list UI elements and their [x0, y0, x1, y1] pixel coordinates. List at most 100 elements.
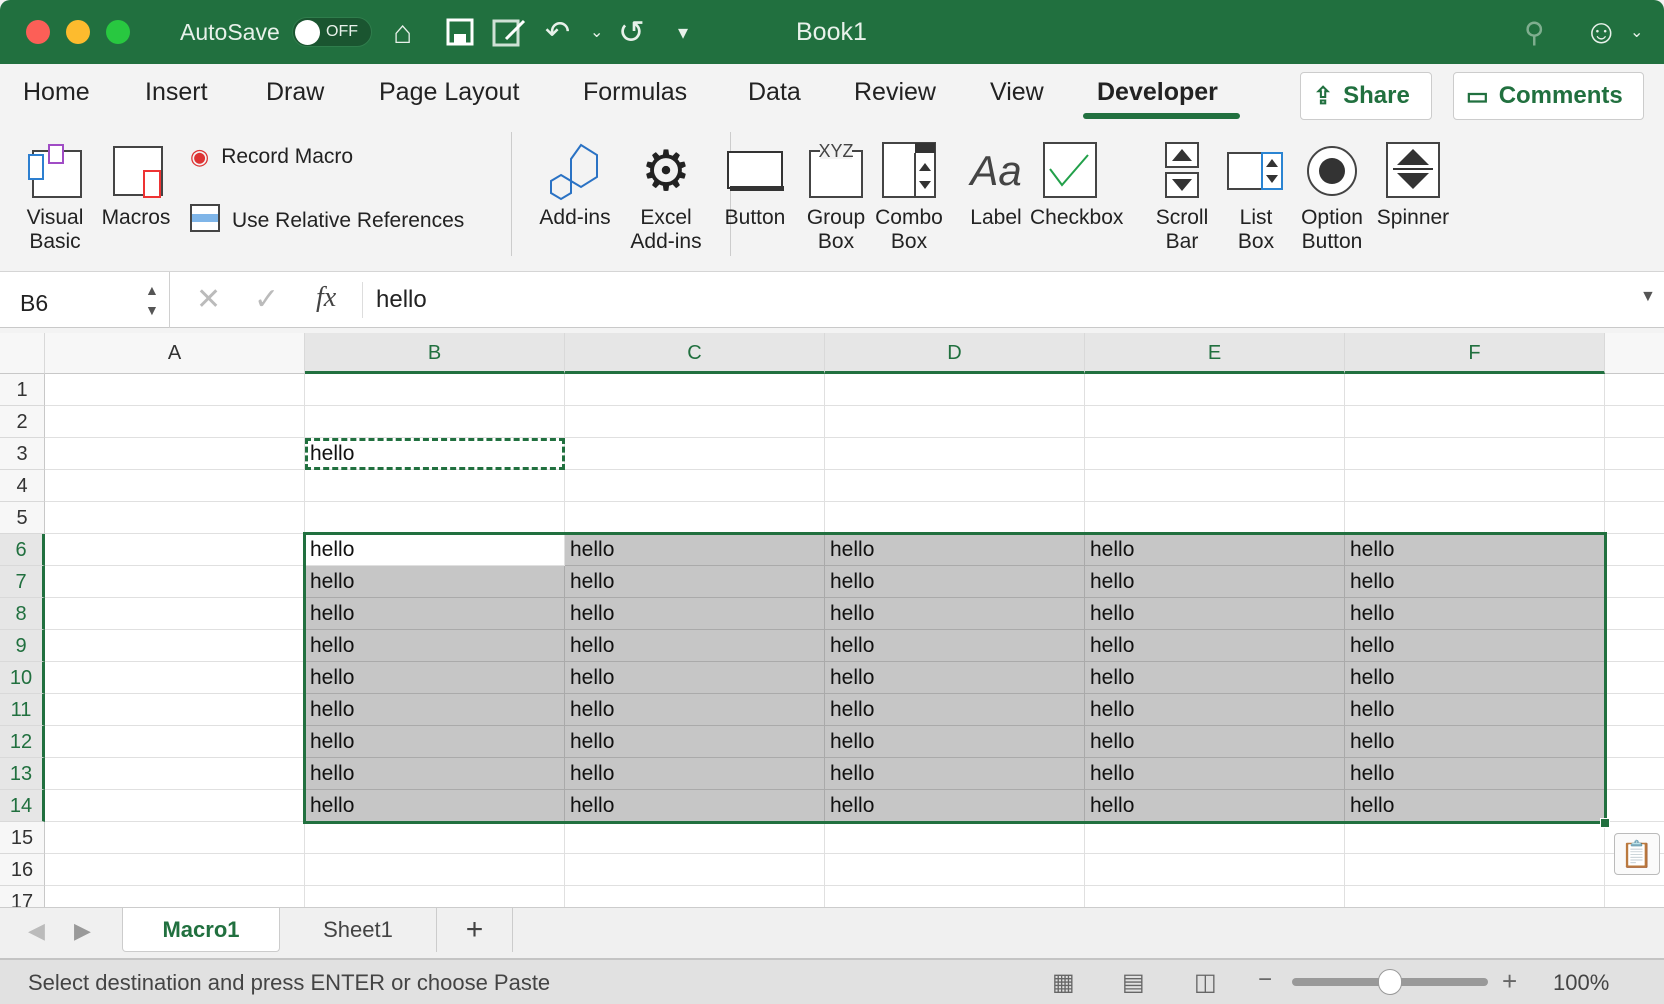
column-header-D[interactable]: D [825, 333, 1085, 374]
cell-A16[interactable] [45, 854, 305, 886]
cell-E3[interactable] [1085, 438, 1345, 470]
cell-B17[interactable] [305, 886, 565, 907]
row-header-12[interactable]: 12 [0, 726, 45, 758]
cell-C11[interactable]: hello [565, 694, 825, 726]
cell-E4[interactable] [1085, 470, 1345, 502]
cell-C7[interactable]: hello [565, 566, 825, 598]
cell-D2[interactable] [825, 406, 1085, 438]
cell-G4[interactable] [1605, 470, 1664, 502]
cell-E5[interactable] [1085, 502, 1345, 534]
visual-basic-button[interactable]: Visual Basic [20, 136, 90, 254]
row-header-9[interactable]: 9 [0, 630, 45, 662]
cell-C14[interactable]: hello [565, 790, 825, 822]
option-button-control-button[interactable]: Option Button [1292, 136, 1372, 254]
cell-D5[interactable] [825, 502, 1085, 534]
row-header-15[interactable]: 15 [0, 822, 45, 854]
spinner-control-button[interactable]: Spinner [1373, 136, 1453, 230]
insert-function-button[interactable]: fx [316, 282, 336, 314]
list-box-control-button[interactable]: List Box [1216, 136, 1296, 254]
sheet-tab-macro1[interactable]: Macro1 [122, 908, 280, 952]
column-header-F[interactable]: F [1345, 333, 1605, 374]
cell-B9[interactable]: hello [305, 630, 565, 662]
normal-view-icon[interactable]: ▦ [1052, 968, 1075, 997]
cell-G1[interactable] [1605, 374, 1664, 406]
record-macro-button[interactable]: ◉ Record Macro [190, 144, 353, 170]
row-header-5[interactable]: 5 [0, 502, 45, 534]
cell-D12[interactable]: hello [825, 726, 1085, 758]
cell-C17[interactable] [565, 886, 825, 907]
page-break-view-icon[interactable]: ◫ [1194, 968, 1217, 997]
column-header-E[interactable]: E [1085, 333, 1345, 374]
cell-G3[interactable] [1605, 438, 1664, 470]
minimize-window-button[interactable] [66, 20, 90, 44]
cell-B15[interactable] [305, 822, 565, 854]
cancel-icon[interactable]: ✕ [196, 282, 221, 317]
tab-formulas[interactable]: Formulas [583, 78, 687, 107]
customize-toolbar-icon[interactable]: ▾ [678, 0, 688, 64]
tab-view[interactable]: View [990, 78, 1044, 107]
cell-F13[interactable]: hello [1345, 758, 1605, 790]
macros-button[interactable]: Macros [98, 136, 174, 230]
cell-C2[interactable] [565, 406, 825, 438]
cell-F2[interactable] [1345, 406, 1605, 438]
cell-E1[interactable] [1085, 374, 1345, 406]
cell-G10[interactable] [1605, 662, 1664, 694]
search-icon[interactable]: ⚲ [1524, 0, 1545, 64]
cell-C9[interactable]: hello [565, 630, 825, 662]
cell-F14[interactable]: hello [1345, 790, 1605, 822]
comments-button[interactable]: ▭ Comments [1453, 72, 1644, 120]
cell-E14[interactable]: hello [1085, 790, 1345, 822]
enter-check-icon[interactable]: ✓ [254, 282, 279, 317]
cell-B3[interactable]: hello [305, 438, 565, 470]
row-header-3[interactable]: 3 [0, 438, 45, 470]
cell-A3[interactable] [45, 438, 305, 470]
cell-E16[interactable] [1085, 854, 1345, 886]
spreadsheet-grid[interactable]: A B C D E F 1 2 3 hello 4 5 6 hello hello hello hello hel… [0, 333, 1664, 907]
cell-E17[interactable] [1085, 886, 1345, 907]
tab-review[interactable]: Review [854, 78, 936, 107]
account-smiley-icon[interactable]: ☺ [1584, 0, 1619, 64]
button-control-button[interactable]: Button [715, 136, 795, 230]
cell-F17[interactable] [1345, 886, 1605, 907]
row-header-4[interactable]: 4 [0, 470, 45, 502]
cell-G14[interactable] [1605, 790, 1664, 822]
cell-E7[interactable]: hello [1085, 566, 1345, 598]
add-ins-button[interactable]: Add-ins [533, 136, 617, 230]
cell-D14[interactable]: hello [825, 790, 1085, 822]
cell-A4[interactable] [45, 470, 305, 502]
tab-insert[interactable]: Insert [145, 78, 208, 107]
cell-F10[interactable]: hello [1345, 662, 1605, 694]
cell-F15[interactable] [1345, 822, 1605, 854]
label-control-button[interactable]: Aa Label [956, 136, 1036, 230]
cell-B14[interactable]: hello [305, 790, 565, 822]
cell-G2[interactable] [1605, 406, 1664, 438]
cell-B6[interactable]: hello [305, 534, 565, 566]
row-header-1[interactable]: 1 [0, 374, 45, 406]
cell-C1[interactable] [565, 374, 825, 406]
cell-G12[interactable] [1605, 726, 1664, 758]
cell-A5[interactable] [45, 502, 305, 534]
cell-B1[interactable] [305, 374, 565, 406]
cell-E9[interactable]: hello [1085, 630, 1345, 662]
combo-box-control-button[interactable]: Combo Box [869, 136, 949, 254]
cell-A7[interactable] [45, 566, 305, 598]
row-header-16[interactable]: 16 [0, 854, 45, 886]
cell-G5[interactable] [1605, 502, 1664, 534]
name-box-stepper[interactable]: ▲ ▼ [145, 280, 159, 320]
row-header-10[interactable]: 10 [0, 662, 45, 694]
add-sheet-button[interactable]: + [437, 908, 513, 952]
cell-D13[interactable]: hello [825, 758, 1085, 790]
row-header-7[interactable]: 7 [0, 566, 45, 598]
cell-D4[interactable] [825, 470, 1085, 502]
row-header-6[interactable]: 6 [0, 534, 45, 566]
zoom-in-button[interactable]: + [1502, 966, 1517, 997]
page-layout-view-icon[interactable]: ▤ [1122, 968, 1145, 997]
cell-E6[interactable]: hello [1085, 534, 1345, 566]
checkbox-control-button[interactable]: Checkbox [1030, 136, 1123, 230]
cell-D6[interactable]: hello [825, 534, 1085, 566]
cell-A1[interactable] [45, 374, 305, 406]
cell-B12[interactable]: hello [305, 726, 565, 758]
cell-D10[interactable]: hello [825, 662, 1085, 694]
cell-B13[interactable]: hello [305, 758, 565, 790]
cell-D3[interactable] [825, 438, 1085, 470]
